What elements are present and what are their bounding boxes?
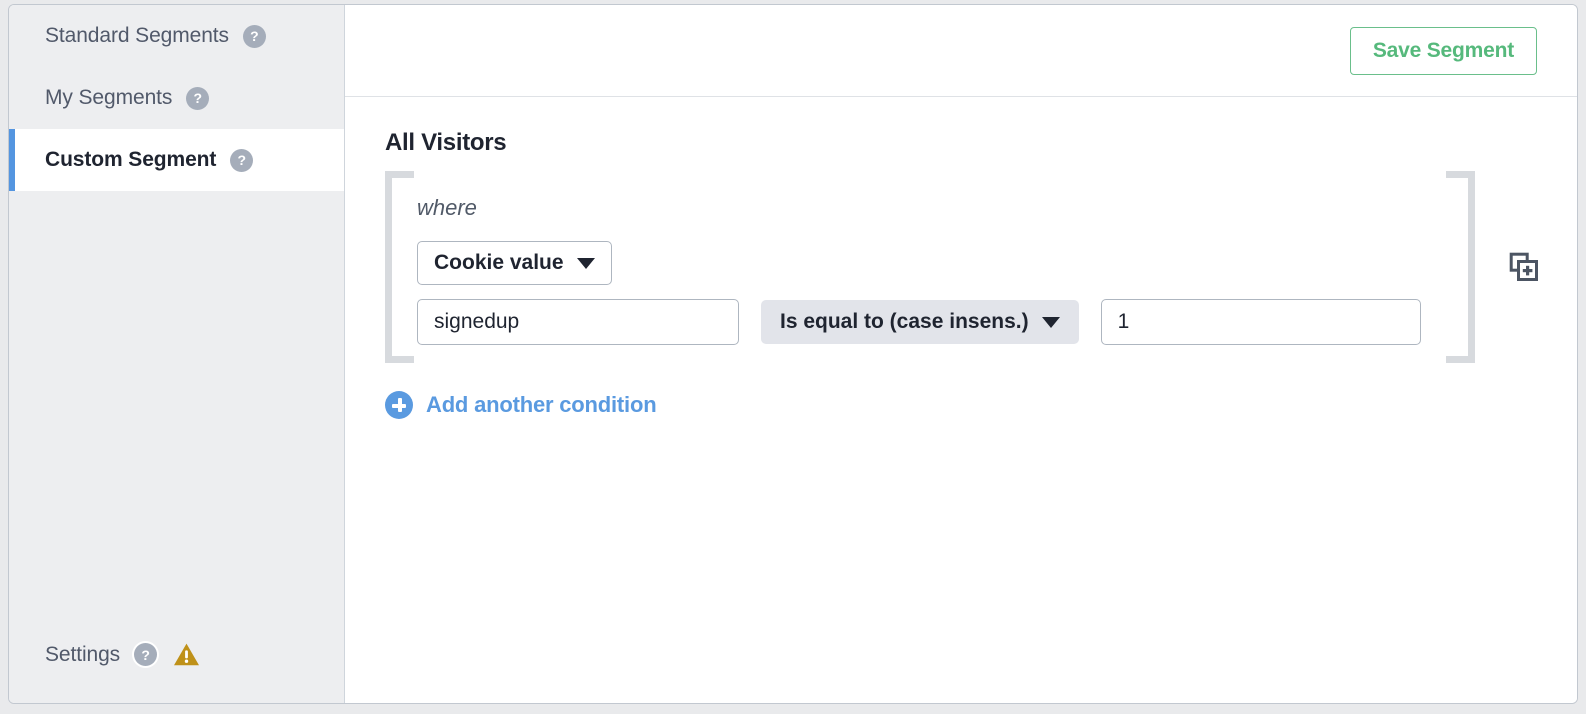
bracket-left-decoration: [385, 171, 414, 363]
page-title: All Visitors: [385, 129, 507, 156]
sidebar-item-settings[interactable]: Settings ?: [9, 642, 344, 667]
segment-editor-panel: Standard Segments ? My Segments ? Custom…: [8, 4, 1578, 704]
help-circle-icon[interactable]: ?: [230, 148, 254, 172]
add-another-condition-button[interactable]: Add another condition: [385, 391, 657, 419]
plus-circle-icon: [385, 391, 413, 419]
chevron-down-icon: [576, 257, 595, 269]
main-content: Save Segment All Visitors where Cookie v…: [345, 5, 1577, 703]
dimension-dropdown[interactable]: Cookie value: [417, 241, 612, 285]
settings-label: Settings: [45, 642, 121, 666]
segment-type-list: Standard Segments ? My Segments ? Custom…: [9, 5, 344, 191]
condition-expression-row: Is equal to (case insens.): [417, 299, 1435, 345]
condition-group-wrap: where Cookie value Is equal to (case ins…: [385, 171, 1577, 363]
sidebar: Standard Segments ? My Segments ? Custom…: [9, 5, 345, 703]
condition-dimension-row: Cookie value: [417, 241, 1435, 285]
segment-definition-area: All Visitors where Cookie value signedup…: [345, 97, 1577, 703]
save-segment-button[interactable]: Save Segment: [1349, 26, 1537, 75]
help-circle-icon[interactable]: ?: [186, 86, 210, 110]
dimension-dropdown-label: Cookie value: [434, 251, 564, 274]
duplicate-block-icon[interactable]: [1509, 252, 1539, 282]
sidebar-item-label: Standard Segments: [45, 24, 229, 47]
where-label: where: [417, 195, 477, 220]
help-circle-icon[interactable]: ?: [242, 24, 266, 48]
chevron-down-icon: [1041, 316, 1060, 328]
operator-dropdown[interactable]: Is equal to (case insens.): [761, 300, 1079, 344]
sidebar-item-label: My Segments: [45, 86, 173, 109]
operator-dropdown-label: Is equal to (case insens.): [780, 310, 1029, 333]
condition-name-input[interactable]: [417, 299, 739, 345]
condition-group-inner: where Cookie value Is equal to (case ins…: [385, 195, 1475, 345]
sidebar-item-custom-segment[interactable]: Custom Segment ?: [9, 129, 344, 191]
add-another-condition-label: Add another condition: [426, 392, 657, 417]
toolbar: Save Segment: [345, 5, 1577, 97]
condition-value-input[interactable]: [1100, 299, 1421, 345]
sidebar-item-standard-segments[interactable]: Standard Segments ?: [9, 5, 344, 67]
help-circle-icon[interactable]: ?: [134, 643, 158, 666]
warning-triangle-icon[interactable]: [173, 642, 200, 667]
sidebar-item-label: Custom Segment: [45, 148, 217, 171]
sidebar-item-my-segments[interactable]: My Segments ?: [9, 67, 344, 129]
condition-group: where Cookie value Is equal to (case ins…: [385, 171, 1475, 363]
bracket-right-decoration: [1446, 171, 1475, 363]
